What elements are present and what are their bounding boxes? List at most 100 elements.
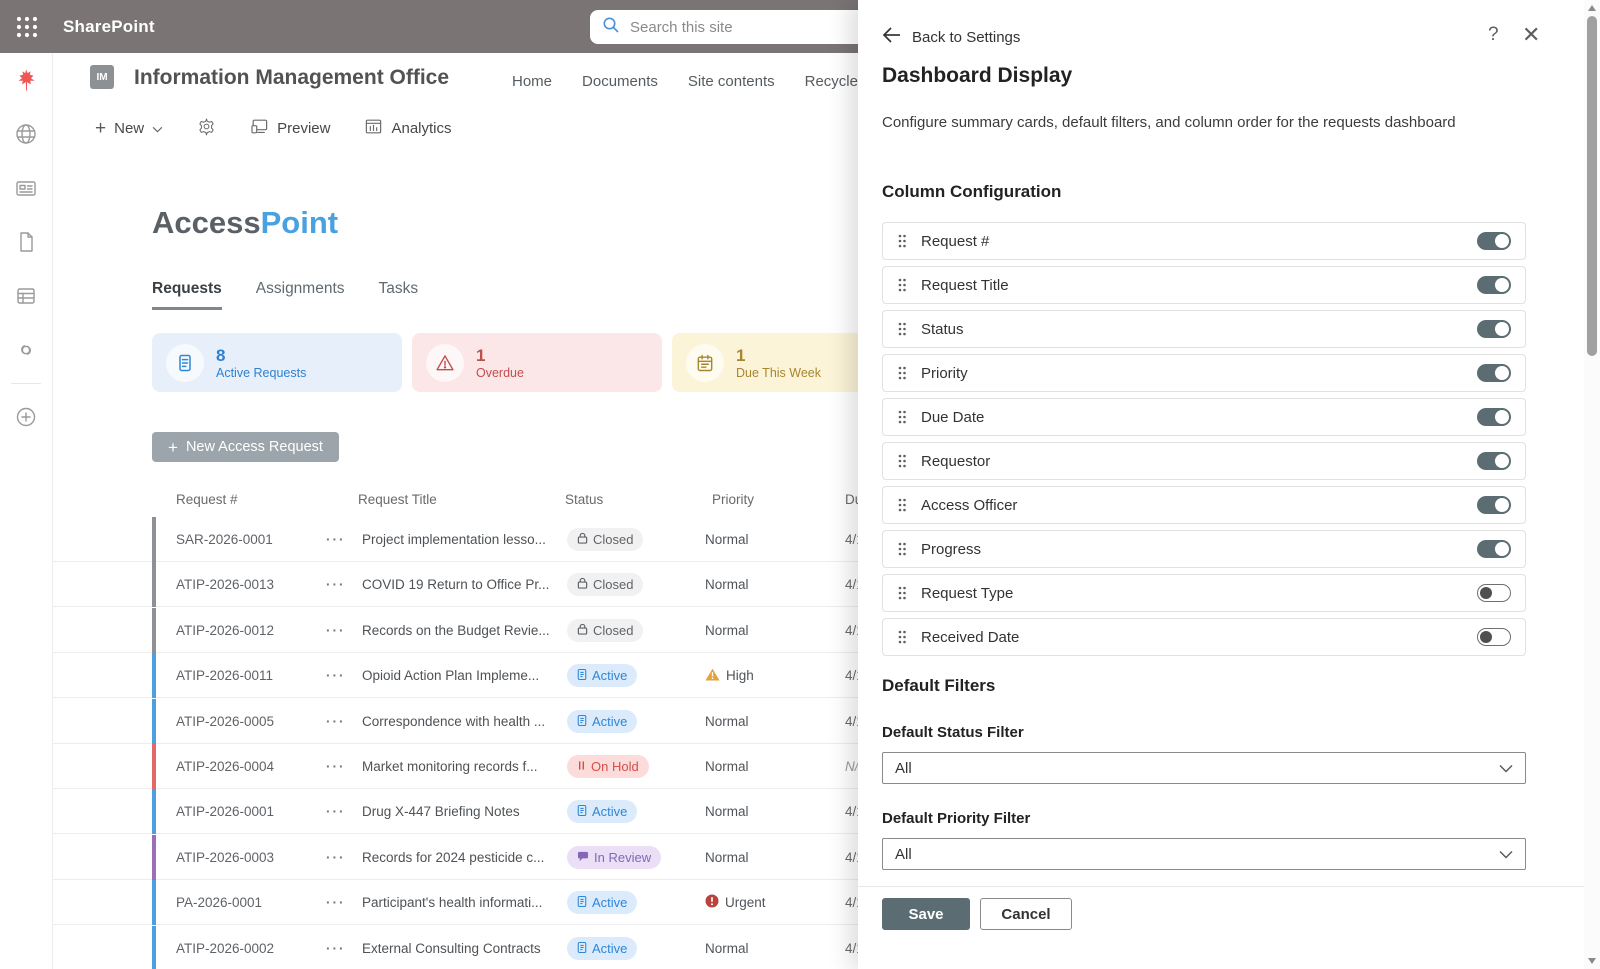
row-actions-menu[interactable]: ···	[326, 653, 346, 698]
status-badge: Closed	[567, 619, 643, 642]
column-toggle[interactable]	[1477, 320, 1511, 338]
drag-handle-icon[interactable]	[897, 365, 907, 381]
column-toggle[interactable]	[1477, 408, 1511, 426]
drag-handle-icon[interactable]	[897, 541, 907, 557]
site-nav: HomeDocumentsSite contentsRecycle Bin	[512, 73, 884, 90]
column-toggle[interactable]	[1477, 628, 1511, 646]
card-value: 1	[476, 345, 524, 366]
row-actions-menu[interactable]: ···	[326, 789, 346, 834]
link-icon[interactable]	[0, 323, 53, 377]
save-button[interactable]: Save	[882, 898, 970, 930]
tab-requests[interactable]: Requests	[152, 280, 222, 310]
default-status-filter-select[interactable]: All	[882, 752, 1526, 784]
status-badge: In Review	[567, 846, 661, 869]
row-actions-menu[interactable]: ···	[326, 699, 346, 744]
priority-cell: Normal	[705, 744, 749, 789]
request-title[interactable]: Correspondence with health ...	[362, 699, 545, 744]
column-toggle[interactable]	[1477, 496, 1511, 514]
toolbar-page-details-button[interactable]: Page details	[197, 117, 216, 140]
drag-handle-icon[interactable]	[897, 585, 907, 601]
add-circle-icon[interactable]	[0, 390, 53, 444]
row-actions-menu[interactable]: ···	[326, 835, 346, 880]
drag-handle-icon[interactable]	[897, 497, 907, 513]
drag-handle-icon[interactable]	[897, 277, 907, 293]
row-actions-menu[interactable]: ···	[326, 744, 346, 789]
column-toggle[interactable]	[1477, 584, 1511, 602]
site-search-box[interactable]	[590, 10, 870, 44]
form-icon	[577, 714, 587, 730]
window-scrollbar[interactable]	[1584, 0, 1600, 969]
request-title[interactable]: Market monitoring records f...	[362, 744, 538, 789]
column-toggle[interactable]	[1477, 452, 1511, 470]
priority-cell: Urgent	[705, 880, 766, 925]
site-logo-avatar[interactable]: IM	[90, 65, 114, 89]
site-nav-site-contents[interactable]: Site contents	[688, 73, 775, 90]
column-config-label: Access Officer	[921, 497, 1477, 514]
help-icon[interactable]: ?	[1488, 24, 1499, 46]
new-access-request-button[interactable]: + New Access Request	[152, 432, 339, 462]
scrollbar-thumb[interactable]	[1587, 16, 1597, 356]
column-toggle[interactable]	[1477, 276, 1511, 294]
request-title[interactable]: COVID 19 Return to Office Pr...	[362, 562, 549, 607]
column-toggle[interactable]	[1477, 364, 1511, 382]
column-toggle[interactable]	[1477, 540, 1511, 558]
form-icon	[577, 895, 587, 911]
request-title[interactable]: Records on the Budget Revie...	[362, 608, 550, 653]
row-actions-menu[interactable]: ···	[326, 517, 346, 562]
request-title[interactable]: External Consulting Contracts	[362, 926, 541, 969]
analytics-icon	[364, 117, 383, 140]
suite-app-title: SharePoint	[63, 17, 155, 37]
column-toggle[interactable]	[1477, 232, 1511, 250]
column-header-request-title[interactable]: Request Title	[358, 492, 437, 507]
scrollbar-down-arrow-icon[interactable]	[1588, 958, 1596, 964]
column-header-priority[interactable]: Priority	[712, 492, 754, 507]
summary-card-active-requests[interactable]: 8 Active Requests	[152, 333, 402, 392]
column-config-label: Due Date	[921, 409, 1477, 426]
request-title[interactable]: Participant's health informati...	[362, 880, 542, 925]
drag-handle-icon[interactable]	[897, 453, 907, 469]
drag-handle-icon[interactable]	[897, 409, 907, 425]
row-actions-menu[interactable]: ···	[326, 880, 346, 925]
request-title[interactable]: Records for 2024 pesticide c...	[362, 835, 544, 880]
status-badge: On Hold	[567, 755, 649, 778]
drag-handle-icon[interactable]	[897, 321, 907, 337]
scrollbar-up-arrow-icon[interactable]	[1588, 5, 1596, 11]
column-header-status[interactable]: Status	[565, 492, 603, 507]
request-title[interactable]: Project implementation lesso...	[362, 517, 546, 562]
site-nav-documents[interactable]: Documents	[582, 73, 658, 90]
drag-handle-icon[interactable]	[897, 233, 907, 249]
column-header-request-number[interactable]: Request #	[176, 492, 238, 507]
status-badge: Closed	[567, 528, 643, 551]
panel-subtitle: Configure summary cards, default filters…	[882, 114, 1502, 131]
app-launcher-waffle-icon[interactable]	[0, 0, 53, 53]
toolbar-new-button[interactable]: +New	[95, 119, 163, 138]
close-icon[interactable]: ✕	[1522, 22, 1540, 48]
column-config-item-due-date: Due Date	[882, 398, 1526, 436]
maple-leaf-icon[interactable]	[0, 53, 53, 107]
drag-handle-icon[interactable]	[897, 629, 907, 645]
toolbar-analytics-button[interactable]: Analytics	[364, 117, 451, 140]
request-id: ATIP-2026-0003	[176, 835, 274, 880]
summary-card-overdue[interactable]: 1 Overdue	[412, 333, 662, 392]
site-title[interactable]: Information Management Office	[134, 66, 449, 90]
row-actions-menu[interactable]: ···	[326, 562, 346, 607]
table-icon[interactable]	[0, 269, 53, 323]
tab-assignments[interactable]: Assignments	[256, 280, 345, 310]
document-icon[interactable]	[0, 215, 53, 269]
row-actions-menu[interactable]: ···	[326, 608, 346, 653]
request-title[interactable]: Drug X-447 Briefing Notes	[362, 789, 520, 834]
row-actions-menu[interactable]: ···	[326, 926, 346, 969]
search-input[interactable]	[630, 19, 830, 36]
news-card-icon[interactable]	[0, 161, 53, 215]
back-to-settings-button[interactable]: Back to Settings	[882, 26, 1020, 48]
globe-icon[interactable]	[0, 107, 53, 161]
default-priority-filter-select[interactable]: All	[882, 838, 1526, 870]
toolbar-preview-button[interactable]: Preview	[250, 117, 330, 140]
gear-icon: Page details	[197, 117, 216, 140]
priority-cell: High	[705, 653, 754, 698]
row-color-bar	[152, 926, 156, 969]
request-title[interactable]: Opioid Action Plan Impleme...	[362, 653, 539, 698]
cancel-button[interactable]: Cancel	[980, 898, 1072, 930]
site-nav-home[interactable]: Home	[512, 73, 552, 90]
tab-tasks[interactable]: Tasks	[379, 280, 419, 310]
